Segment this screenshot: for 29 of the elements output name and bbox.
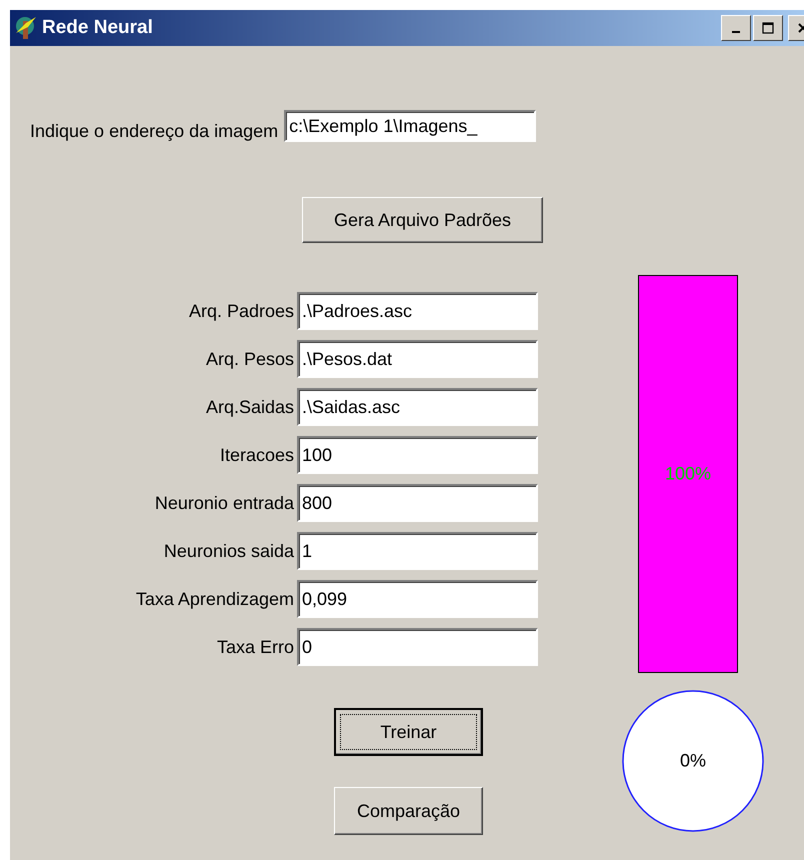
minimize-icon [732, 31, 740, 33]
window-title: Rede Neural [42, 17, 153, 39]
action-button[interactable]: Comparação [334, 787, 483, 835]
app-icon [14, 15, 38, 41]
maximize-icon [762, 22, 774, 34]
input-field[interactable]: c:\Exemplo 1\Imagens_ [284, 110, 536, 142]
input-field[interactable]: .\Padroes.asc [297, 292, 538, 330]
field-label: Neuronio entrada [154, 492, 295, 514]
input-field[interactable]: 800 [297, 484, 538, 522]
progress-reading: 100% [664, 464, 712, 484]
input-field[interactable]: .\Saidas.asc [297, 388, 538, 426]
field-label: Taxa Aprendizagem [134, 588, 295, 610]
action-button[interactable]: Treinar [334, 708, 483, 756]
minimize-button[interactable] [721, 15, 751, 41]
field-label: Arq.Saidas [204, 396, 295, 418]
field-label: Neuronios saida [162, 540, 295, 562]
input-field[interactable]: 1 [297, 532, 538, 570]
gauge-reading: 0% [678, 750, 707, 772]
field-label: Arq. Pesos [204, 348, 295, 370]
input-field[interactable]: 100 [297, 436, 538, 474]
input-field[interactable]: 0 [297, 628, 538, 666]
input-field[interactable]: .\Pesos.dat [297, 340, 538, 378]
generate-button[interactable]: Gera Arquivo Padrões [302, 197, 543, 243]
maximize-button[interactable] [753, 15, 783, 41]
field-label: Iteracoes [218, 444, 295, 466]
input-field[interactable]: 0,099 [297, 580, 538, 618]
field-label: Arq. Padroes [188, 300, 295, 322]
field-label: Indique o endereço da imagem [30, 121, 278, 142]
field-label: Taxa Erro [216, 636, 295, 658]
